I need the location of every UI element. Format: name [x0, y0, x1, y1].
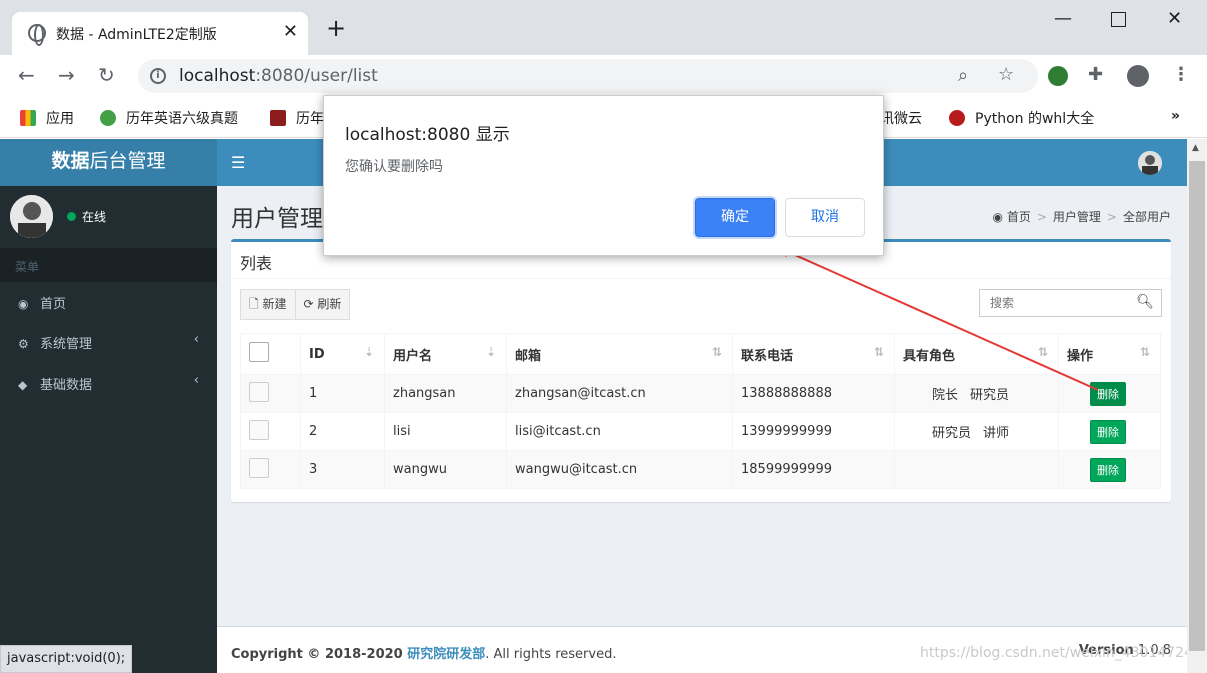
cancel-button[interactable]: 取消: [785, 198, 865, 237]
ok-button[interactable]: 确定: [695, 198, 775, 237]
dialog-title: localhost:8080 显示: [345, 125, 510, 145]
dialog-message: 您确认要删除吗: [345, 159, 443, 175]
confirm-dialog: localhost:8080 显示 您确认要删除吗 确定 取消: [323, 95, 884, 256]
